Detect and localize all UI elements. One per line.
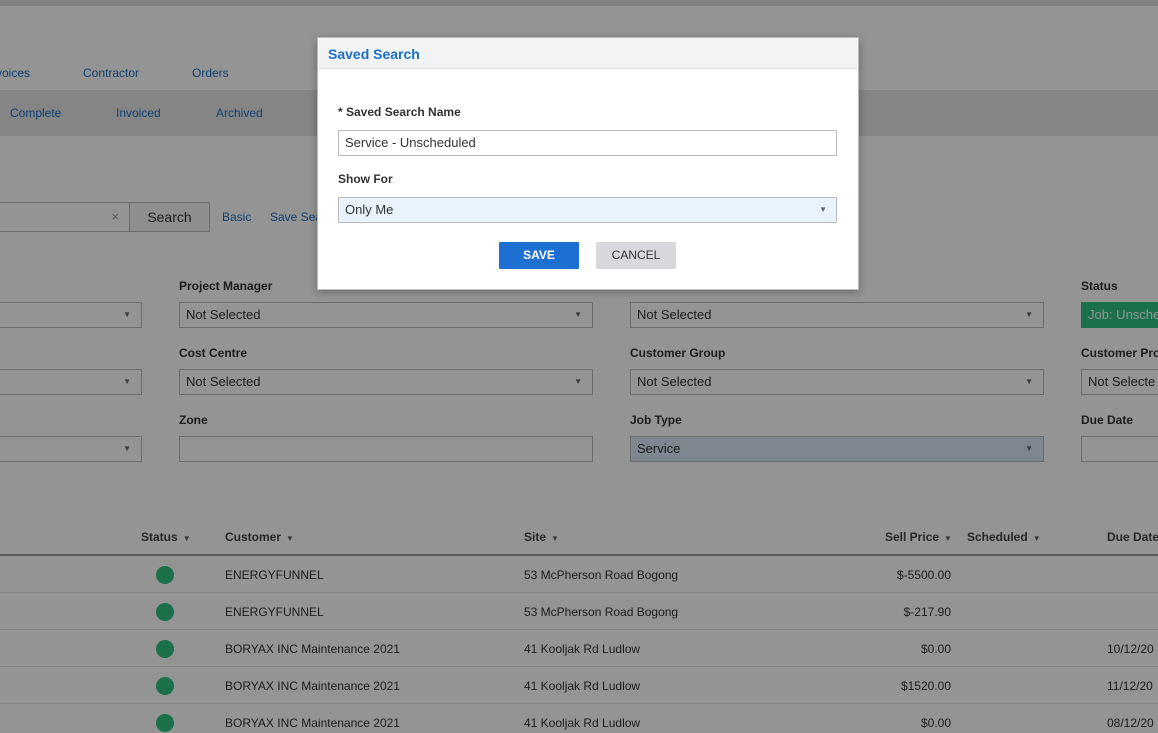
cancel-button[interactable]: CANCEL bbox=[596, 242, 676, 269]
dialog-title: Saved Search bbox=[318, 38, 858, 69]
show-for-select[interactable]: Only Me ▼ bbox=[338, 197, 837, 223]
show-for-value: Only Me bbox=[345, 202, 394, 217]
saved-search-name-label: * Saved Search Name bbox=[338, 105, 461, 119]
saved-search-name-input[interactable]: Service - Unscheduled bbox=[338, 130, 837, 156]
show-for-label: Show For bbox=[338, 172, 393, 186]
chevron-down-icon: ▼ bbox=[819, 205, 827, 214]
saved-search-dialog: Saved Search * Saved Search Name Service… bbox=[317, 37, 859, 290]
save-button[interactable]: SAVE bbox=[499, 242, 579, 269]
